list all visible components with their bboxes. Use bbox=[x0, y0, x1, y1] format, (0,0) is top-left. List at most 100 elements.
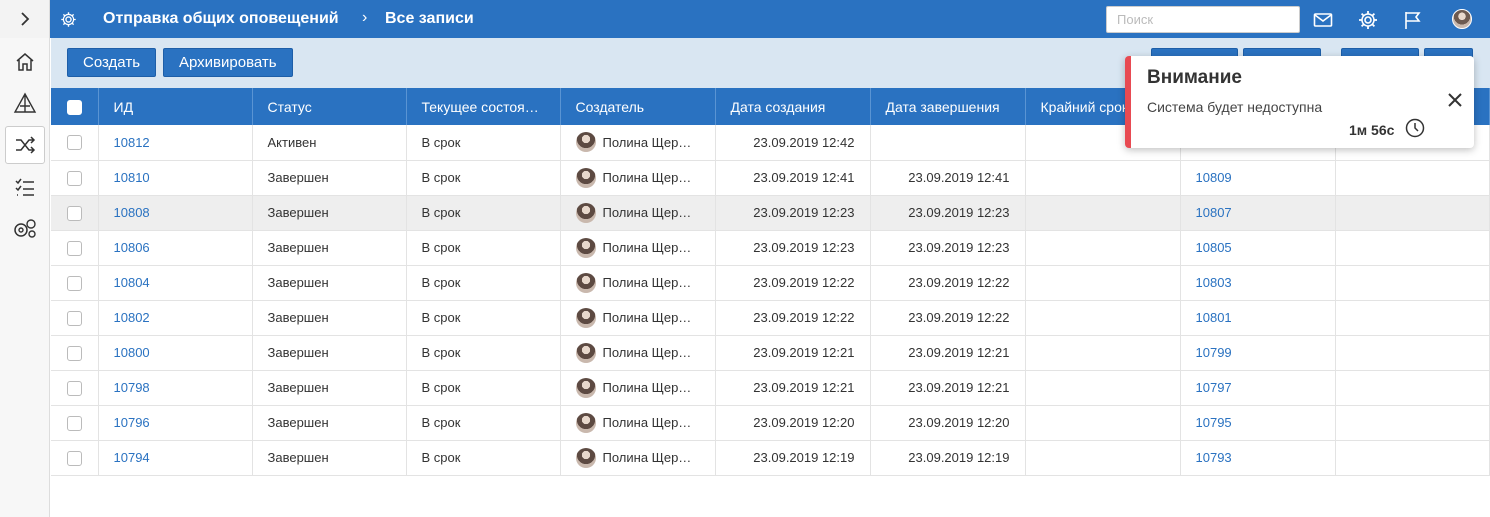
cell-id[interactable]: 10796 bbox=[98, 405, 253, 441]
search-input[interactable] bbox=[1106, 6, 1300, 33]
table-row[interactable]: 10800 Завершен В срок Полина Щер… 23.09.2019… bbox=[51, 335, 1490, 371]
select-all-cell[interactable] bbox=[51, 88, 99, 125]
row-select-cell[interactable] bbox=[51, 300, 99, 336]
cell-id[interactable]: 10800 bbox=[98, 335, 253, 371]
row-checkbox[interactable] bbox=[66, 275, 82, 291]
related-link[interactable]: 10799 bbox=[1196, 345, 1232, 360]
column-header-finished[interactable]: Дата завершения bbox=[870, 88, 1026, 125]
row-select-cell[interactable] bbox=[51, 265, 99, 301]
row-checkbox[interactable] bbox=[66, 310, 82, 326]
avatar[interactable] bbox=[1452, 9, 1472, 29]
table-row[interactable]: 10804 Завершен В срок Полина Щер… 23.09.2019… bbox=[51, 265, 1490, 301]
close-icon[interactable] bbox=[1447, 92, 1463, 108]
cell-finished: 23.09.2019 12:23 bbox=[870, 230, 1026, 266]
table-row[interactable]: 10806 Завершен В срок Полина Щер… 23.09.2019… bbox=[51, 230, 1490, 266]
row-checkbox[interactable] bbox=[66, 415, 82, 431]
row-select-cell[interactable] bbox=[51, 405, 99, 441]
id-link[interactable]: 10800 bbox=[114, 345, 150, 360]
row-checkbox[interactable] bbox=[66, 135, 82, 151]
creator-avatar bbox=[575, 272, 596, 293]
id-link[interactable]: 10798 bbox=[114, 380, 150, 395]
row-select-cell[interactable] bbox=[51, 195, 99, 231]
row-select-cell[interactable] bbox=[51, 440, 99, 476]
table-row[interactable]: 10798 Завершен В срок Полина Щер… 23.09.2019… bbox=[51, 370, 1490, 406]
related-link[interactable]: 10797 bbox=[1196, 380, 1232, 395]
cell-link[interactable]: 10797 bbox=[1180, 370, 1336, 406]
cell-status: Завершен bbox=[252, 195, 407, 231]
settings-icon[interactable] bbox=[1358, 10, 1378, 30]
page-title[interactable]: Отправка общих оповещений bbox=[103, 10, 339, 28]
cell-link[interactable]: 10793 bbox=[1180, 440, 1336, 476]
id-link[interactable]: 10802 bbox=[114, 310, 150, 325]
cell-deadline bbox=[1025, 405, 1181, 441]
related-link[interactable]: 10795 bbox=[1196, 415, 1232, 430]
cell-id[interactable]: 10794 bbox=[98, 440, 253, 476]
toast-title: Внимание bbox=[1147, 67, 1242, 88]
cell-link[interactable]: 10805 bbox=[1180, 230, 1336, 266]
column-header-creator[interactable]: Создатель bbox=[560, 88, 716, 125]
cell-id[interactable]: 10804 bbox=[98, 265, 253, 301]
column-header-status[interactable]: Статус bbox=[252, 88, 407, 125]
row-checkbox[interactable] bbox=[66, 240, 82, 256]
sidebar-item-shuffle[interactable] bbox=[5, 126, 45, 164]
table-row[interactable]: 10808 Завершен В срок Полина Щер… 23.09.2019… bbox=[51, 195, 1490, 231]
mail-icon[interactable] bbox=[1313, 10, 1333, 30]
row-checkbox[interactable] bbox=[66, 205, 82, 221]
create-button[interactable]: Создать bbox=[67, 48, 157, 77]
row-select-cell[interactable] bbox=[51, 125, 99, 161]
row-checkbox[interactable] bbox=[66, 170, 82, 186]
column-header-state[interactable]: Текущее состоя… bbox=[406, 88, 561, 125]
row-select-cell[interactable] bbox=[51, 335, 99, 371]
creator-avatar bbox=[575, 307, 596, 328]
archive-button[interactable]: Архивировать bbox=[163, 48, 293, 77]
row-select-cell[interactable] bbox=[51, 160, 99, 196]
row-select-cell[interactable] bbox=[51, 230, 99, 266]
cell-id[interactable]: 10812 bbox=[98, 125, 253, 161]
table-row[interactable]: 10794 Завершен В срок Полина Щер… 23.09.2019… bbox=[51, 440, 1490, 476]
select-all-checkbox[interactable] bbox=[66, 99, 82, 115]
row-select-cell[interactable] bbox=[51, 370, 99, 406]
sidebar-toggle-button[interactable] bbox=[0, 0, 50, 38]
cell-link[interactable]: 10803 bbox=[1180, 265, 1336, 301]
id-link[interactable]: 10806 bbox=[114, 240, 150, 255]
id-link[interactable]: 10796 bbox=[114, 415, 150, 430]
row-checkbox[interactable] bbox=[66, 345, 82, 361]
cell-created: 23.09.2019 12:23 bbox=[715, 230, 871, 266]
table-row[interactable]: 10810 Завершен В срок Полина Щер… 23.09.2019… bbox=[51, 160, 1490, 196]
id-link[interactable]: 10810 bbox=[114, 170, 150, 185]
id-link[interactable]: 10812 bbox=[114, 135, 150, 150]
cell-link[interactable]: 10799 bbox=[1180, 335, 1336, 371]
related-link[interactable]: 10801 bbox=[1196, 310, 1232, 325]
id-link[interactable]: 10804 bbox=[114, 275, 150, 290]
related-link[interactable]: 10807 bbox=[1196, 205, 1232, 220]
column-header-created[interactable]: Дата создания bbox=[715, 88, 871, 125]
cell-id[interactable]: 10810 bbox=[98, 160, 253, 196]
cell-id[interactable]: 10802 bbox=[98, 300, 253, 336]
cell-link[interactable]: 10801 bbox=[1180, 300, 1336, 336]
cell-id[interactable]: 10808 bbox=[98, 195, 253, 231]
related-link[interactable]: 10805 bbox=[1196, 240, 1232, 255]
sidebar-item-process[interactable] bbox=[5, 84, 45, 122]
id-link[interactable]: 10808 bbox=[114, 205, 150, 220]
table-row[interactable]: 10796 Завершен В срок Полина Щер… 23.09.2019… bbox=[51, 405, 1490, 441]
cell-link[interactable]: 10809 bbox=[1180, 160, 1336, 196]
cell-creator: Полина Щер… bbox=[560, 440, 716, 476]
row-checkbox[interactable] bbox=[66, 380, 82, 396]
cell-link[interactable]: 10795 bbox=[1180, 405, 1336, 441]
gear-icon[interactable] bbox=[60, 11, 77, 28]
related-link[interactable]: 10803 bbox=[1196, 275, 1232, 290]
related-link[interactable]: 10793 bbox=[1196, 450, 1232, 465]
column-header-id[interactable]: ИД bbox=[98, 88, 253, 125]
sidebar-item-admin[interactable] bbox=[5, 210, 45, 248]
cell-status: Завершен bbox=[252, 230, 407, 266]
id-link[interactable]: 10794 bbox=[114, 450, 150, 465]
row-checkbox[interactable] bbox=[66, 450, 82, 466]
table-row[interactable]: 10802 Завершен В срок Полина Щер… 23.09.2019… bbox=[51, 300, 1490, 336]
cell-id[interactable]: 10806 bbox=[98, 230, 253, 266]
sidebar-item-home[interactable] bbox=[5, 43, 45, 81]
cell-id[interactable]: 10798 bbox=[98, 370, 253, 406]
cell-link[interactable]: 10807 bbox=[1180, 195, 1336, 231]
flag-icon[interactable] bbox=[1403, 10, 1423, 30]
related-link[interactable]: 10809 bbox=[1196, 170, 1232, 185]
sidebar-item-tasks[interactable] bbox=[5, 168, 45, 206]
